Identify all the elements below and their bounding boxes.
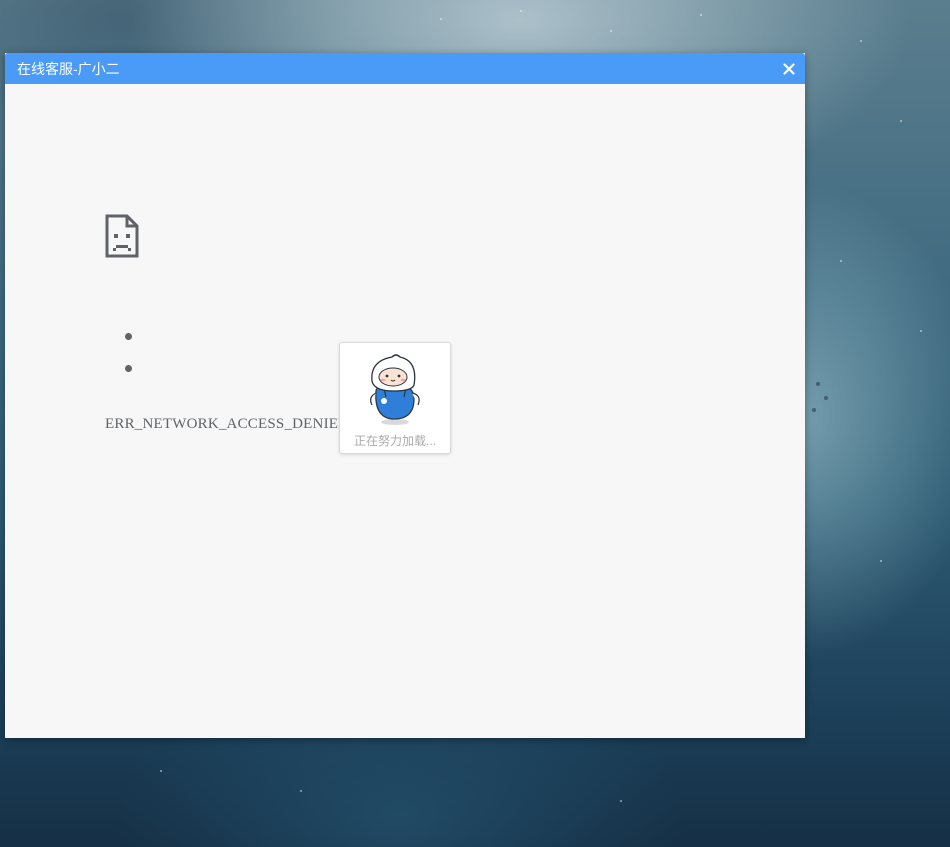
window-titlebar[interactable]: 在线客服-广小二 (5, 53, 805, 84)
close-button[interactable] (777, 57, 801, 81)
list-item (125, 365, 132, 372)
loading-popup: 正在努力加载... (339, 342, 451, 454)
mascot-icon (370, 354, 420, 425)
error-suggestion-list (125, 333, 132, 397)
webview-content: ERR_NETWORK_ACCESS_DENIED 正在努力加载... (5, 84, 805, 738)
error-code: ERR_NETWORK_ACCESS_DENIED (105, 416, 350, 432)
window-title: 在线客服-广小二 (17, 60, 120, 77)
list-item (125, 333, 132, 340)
loading-text: 正在努力加载... (353, 434, 436, 448)
sad-page-icon (105, 214, 139, 258)
close-icon (783, 62, 795, 75)
chat-window: 在线客服-广小二 ERR_NETWORK_ACCESS_DENIED 正在努力加… (5, 53, 805, 738)
